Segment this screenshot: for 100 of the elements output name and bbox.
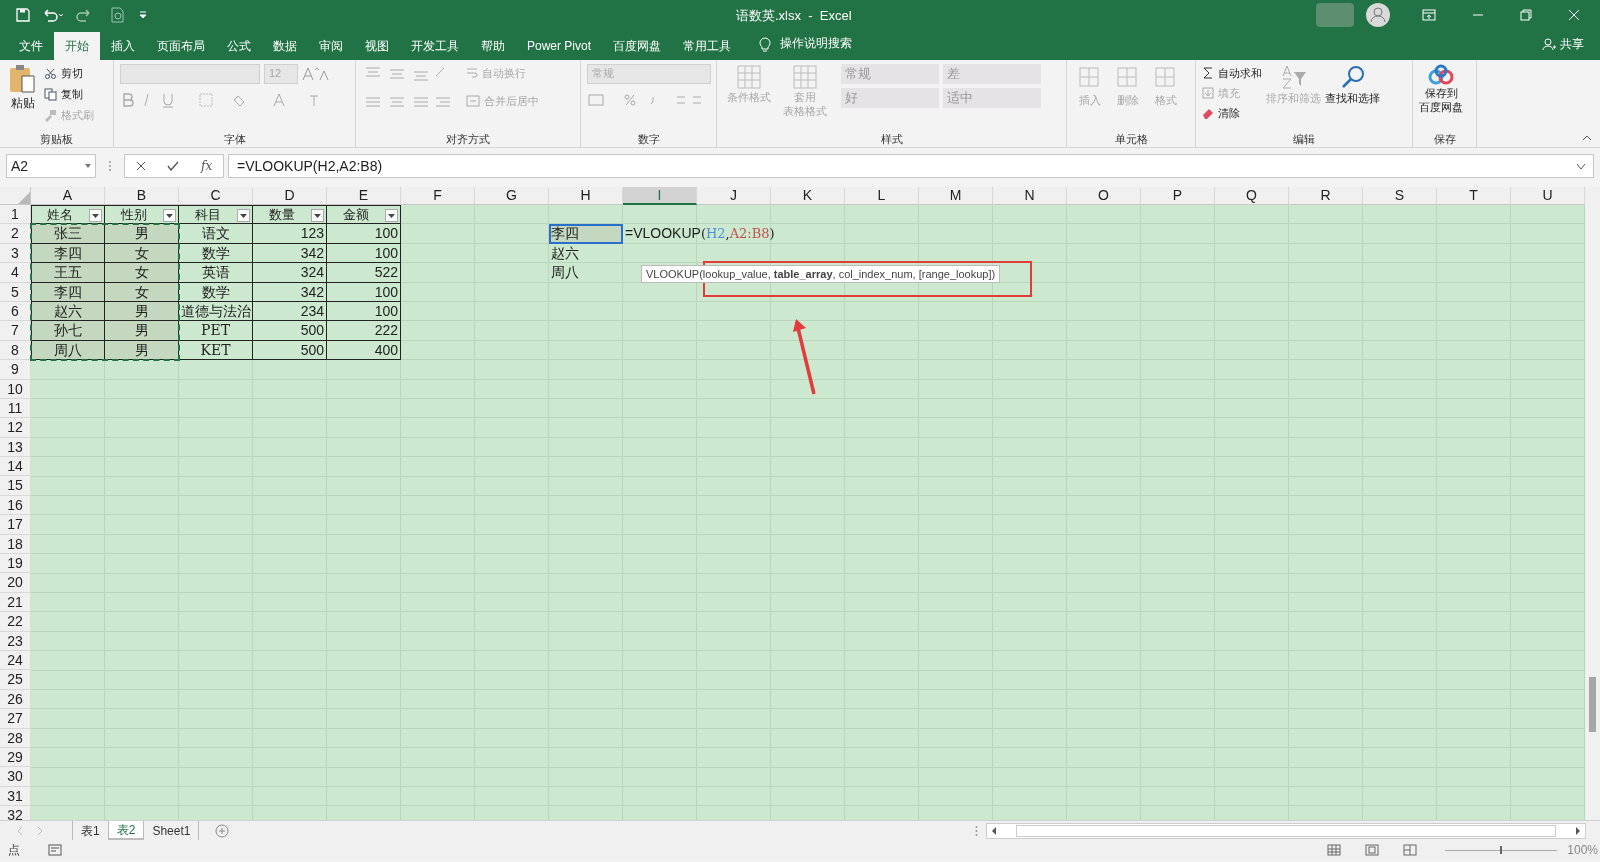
zoom-slider[interactable] <box>1445 845 1558 855</box>
ribbon-display-icon[interactable] <box>1422 9 1436 21</box>
ribbon-tab[interactable]: 常用工具 <box>672 32 743 60</box>
ribbon-tab[interactable]: 帮助 <box>470 32 516 60</box>
table-cell[interactable]: 数学 <box>179 243 253 264</box>
save-to-cloud-button[interactable]: 保存到 百度网盘 <box>1419 64 1463 114</box>
normal-view-icon[interactable] <box>1327 844 1342 856</box>
close-icon[interactable] <box>1568 9 1580 21</box>
table-cell[interactable]: 男 <box>105 340 179 361</box>
column-header[interactable]: J <box>697 187 771 205</box>
table-cell[interactable]: 赵六 <box>549 243 623 264</box>
table-cell[interactable]: 100 <box>327 243 401 264</box>
row-header[interactable]: 4 <box>0 263 31 283</box>
column-header[interactable]: H <box>549 187 623 205</box>
row-header[interactable]: 32 <box>0 806 31 820</box>
enter-check-icon[interactable] <box>167 161 180 171</box>
table-cell[interactable]: 周八 <box>549 263 623 283</box>
print-preview-icon[interactable] <box>110 7 126 23</box>
table-cell[interactable]: 500 <box>253 321 327 341</box>
page-break-icon[interactable] <box>1403 844 1418 856</box>
row-header[interactable]: 19 <box>0 554 31 574</box>
clear-button[interactable]: 清除 <box>1202 104 1262 122</box>
column-header[interactable]: A <box>31 187 105 205</box>
table-cell[interactable]: 100 <box>327 282 401 302</box>
table-cell[interactable]: 英语 <box>179 263 253 283</box>
ribbon-tab[interactable]: 开发工具 <box>400 32 470 60</box>
cancel-icon[interactable] <box>135 161 146 171</box>
page-layout-icon[interactable] <box>1365 844 1380 856</box>
add-sheet-icon[interactable] <box>215 823 230 838</box>
column-header[interactable]: S <box>1363 187 1437 205</box>
ribbon-tab[interactable]: 百度网盘 <box>602 32 673 60</box>
table-cell[interactable]: 女 <box>105 263 179 283</box>
table-cell[interactable]: 100 <box>327 301 401 322</box>
row-header[interactable]: 22 <box>0 612 31 632</box>
column-header[interactable]: M <box>919 187 993 205</box>
ribbon-tab[interactable]: 文件 <box>8 32 54 60</box>
column-header[interactable]: T <box>1437 187 1511 205</box>
name-box[interactable]: A2 <box>6 154 96 178</box>
column-header[interactable]: L <box>845 187 919 205</box>
header-cell[interactable]: 姓名 <box>31 205 105 225</box>
header-cell[interactable]: 科目 <box>179 205 253 225</box>
table-cell[interactable]: 张三 <box>31 224 105 244</box>
ribbon-tab[interactable]: 页面布局 <box>146 32 216 60</box>
table-cell[interactable]: 400 <box>327 340 401 361</box>
next-sheet-icon[interactable] <box>36 826 44 835</box>
row-header[interactable]: 27 <box>0 709 31 729</box>
ribbon-tab[interactable]: 视图 <box>354 32 400 60</box>
table-cell[interactable]: 342 <box>253 243 327 264</box>
paste-button[interactable]: 粘贴 <box>6 64 40 112</box>
column-header[interactable]: Q <box>1215 187 1289 205</box>
table-cell[interactable]: 李四 <box>549 224 623 244</box>
undo-icon[interactable] <box>42 8 64 22</box>
table-cell[interactable]: 女 <box>105 282 179 302</box>
filter-button[interactable] <box>311 209 324 222</box>
column-header[interactable]: I <box>623 187 697 205</box>
row-header[interactable]: 1 <box>0 205 31 225</box>
table-cell[interactable]: 孙七 <box>31 321 105 341</box>
row-header[interactable]: 30 <box>0 767 31 787</box>
table-cell[interactable]: 语文 <box>179 224 253 244</box>
column-header[interactable]: G <box>475 187 549 205</box>
row-header[interactable]: 25 <box>0 670 31 690</box>
ribbon-tab[interactable]: Power Pivot <box>516 32 603 60</box>
scrollbar-thumb[interactable] <box>1589 677 1596 732</box>
filter-button[interactable] <box>237 209 250 222</box>
formula-cell[interactable]: =VLOOKUP(H2,A2:B8) <box>623 224 777 244</box>
table-cell[interactable]: 女 <box>105 243 179 264</box>
table-cell[interactable]: 男 <box>105 321 179 341</box>
table-cell[interactable]: PET <box>179 321 253 341</box>
filter-button[interactable] <box>89 209 102 222</box>
row-header[interactable]: 2 <box>0 224 31 244</box>
column-header[interactable]: O <box>1067 187 1141 205</box>
font-name-field[interactable] <box>120 64 260 84</box>
column-header[interactable]: B <box>105 187 179 205</box>
avatar-icon[interactable] <box>1366 3 1390 27</box>
autosum-button[interactable]: 自动求和 <box>1202 64 1262 82</box>
table-cell[interactable]: 数学 <box>179 282 253 302</box>
column-header[interactable]: D <box>253 187 327 205</box>
column-header[interactable]: E <box>327 187 401 205</box>
ribbon-tab[interactable]: 公式 <box>216 32 262 60</box>
scrollbar-thumb[interactable] <box>1016 824 1556 837</box>
splitter-icon[interactable] <box>975 824 978 837</box>
table-cell[interactable]: 522 <box>327 263 401 283</box>
sheet-tab[interactable]: 表2 <box>108 821 145 840</box>
filter-button[interactable] <box>163 209 176 222</box>
column-header[interactable]: P <box>1141 187 1215 205</box>
row-header[interactable]: 20 <box>0 573 31 593</box>
table-cell[interactable]: 男 <box>105 224 179 244</box>
formula-input[interactable]: =VLOOKUP(H2,A2:B8) <box>228 154 1594 178</box>
header-cell[interactable]: 金额 <box>327 205 401 225</box>
row-header[interactable]: 14 <box>0 457 31 477</box>
header-cell[interactable]: 性别 <box>105 205 179 225</box>
scroll-left-icon[interactable] <box>991 826 997 835</box>
tell-me-search[interactable]: 操作说明搜索 <box>780 34 853 52</box>
column-header[interactable]: N <box>993 187 1067 205</box>
table-cell[interactable]: 342 <box>253 282 327 302</box>
insert-function-icon[interactable]: fx <box>201 157 213 175</box>
table-cell[interactable]: 234 <box>253 301 327 322</box>
table-cell[interactable]: 123 <box>253 224 327 244</box>
ribbon-tab[interactable]: 开始 <box>54 32 100 60</box>
table-cell[interactable]: 道德与法治 <box>179 301 253 322</box>
